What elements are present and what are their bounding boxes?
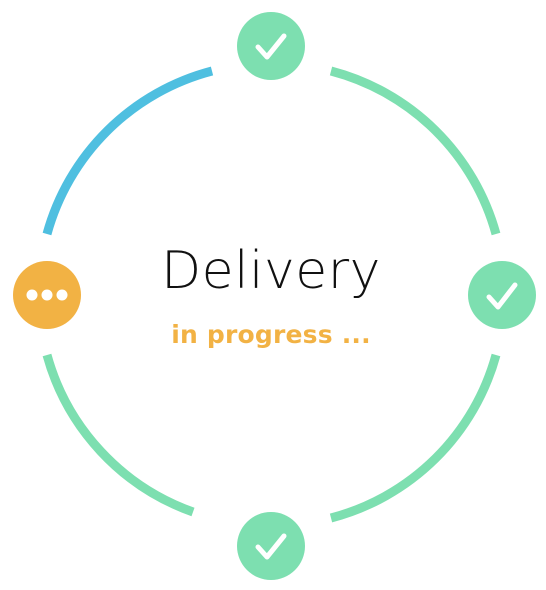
step-top bbox=[237, 12, 305, 80]
delivery-progress-diagram: Delivery in progress ... bbox=[0, 0, 546, 590]
step-right-circle bbox=[468, 261, 536, 329]
progress-ring: Delivery in progress ... bbox=[13, 12, 536, 580]
step-left bbox=[13, 261, 81, 329]
ellipsis-icon bbox=[26, 289, 68, 301]
arc-top-left bbox=[42, 66, 214, 236]
arc-bottom-right bbox=[329, 353, 501, 523]
status-text: in progress ... bbox=[171, 320, 371, 349]
step-bottom bbox=[237, 512, 305, 580]
step-top-circle bbox=[237, 12, 305, 80]
step-bottom-circle bbox=[237, 512, 305, 580]
arc-bottom-left bbox=[42, 353, 195, 517]
step-right bbox=[468, 261, 536, 329]
delivery-title: Delivery bbox=[161, 241, 381, 301]
arc-top-right bbox=[329, 66, 501, 236]
